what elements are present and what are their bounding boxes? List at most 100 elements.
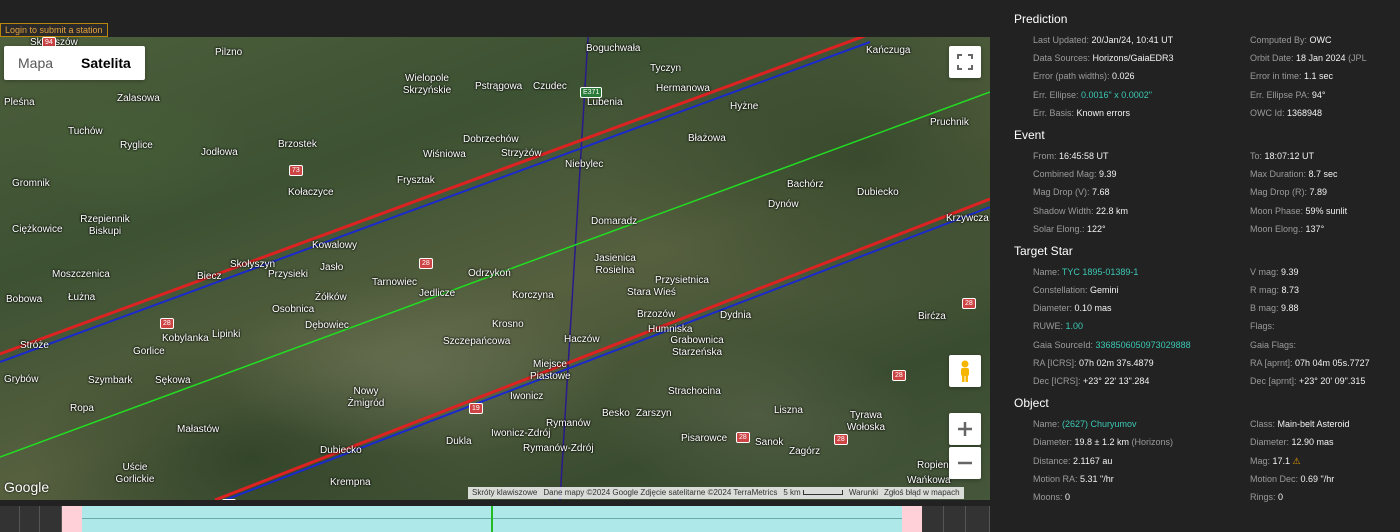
warning-icon: ⚠	[1290, 455, 1301, 466]
fullscreen-button[interactable]	[949, 46, 981, 78]
field-error-in-time: Error in time: 1.1 sec	[1250, 67, 1400, 85]
field-motion-ra: Motion RA: 5.31 "/hr	[1005, 470, 1250, 488]
details-panel: Prediction Last Updated: 20/Jan/24, 10:41…	[1005, 8, 1400, 512]
login-submit-station-link[interactable]: Login to submit a station	[0, 23, 108, 37]
field-value: 18:07:12 UT	[1264, 150, 1315, 161]
keyboard-shortcuts-link[interactable]: Skróty klawiszowe	[472, 487, 537, 499]
detail-row: From: 16:45:58 UT To: 18:07:12 UT	[1005, 147, 1400, 165]
section-title: Object	[1014, 396, 1049, 411]
field-label: Name:	[1033, 419, 1063, 430]
section-prediction: Prediction Last Updated: 20/Jan/24, 10:41…	[1005, 12, 1400, 122]
field-value: +23° 22' 13".284	[1083, 376, 1150, 386]
field-value-link[interactable]: (2627) Churyumov	[1062, 419, 1137, 429]
place-label: Miejsce Piastowe	[530, 359, 571, 382]
field-value: Horizons/GaiaEDR3	[1092, 53, 1174, 64]
place-label: Moszczenica	[52, 269, 110, 280]
field-moon-phase: Moon Phase: 59% sunlit	[1250, 202, 1400, 220]
field-value: 5.31 "/hr	[1080, 473, 1114, 484]
field-class: Class: Main-belt Asteroid	[1250, 415, 1400, 433]
place-label: Zarszyn	[636, 408, 672, 419]
field-label: Error (path widths):	[1033, 71, 1113, 82]
field-orbit-date: Orbit Date: 18 Jan 2024 (JPL	[1250, 49, 1400, 67]
timeline-cell	[944, 506, 966, 532]
detail-row: Name: (2627) Churyumov Class: Main-belt A…	[1005, 415, 1400, 433]
field-gaia-sourceid: Gaia SourceId: 3368506050973029888	[1005, 336, 1250, 354]
app-root: Login to submit a station Skrzyszów Pilz…	[0, 0, 1400, 532]
timeline-cell	[966, 506, 990, 532]
detail-row: Diameter: 19.8 ± 1.2 km (Horizons) Diamet…	[1005, 433, 1400, 451]
field-label: Moons:	[1033, 491, 1066, 502]
field-value-link[interactable]: 3368506050973029888	[1096, 340, 1191, 350]
field-label: RA [aprnt]:	[1250, 357, 1296, 368]
place-label: Brzozów	[637, 309, 676, 320]
field-moons: Moons: 0	[1005, 488, 1250, 506]
place-label: Strachocina	[668, 386, 721, 397]
field-label: Orbit Date:	[1250, 53, 1297, 64]
field-value: 20/Jan/24, 10:41 UT	[1091, 35, 1174, 45]
zoom-in-button[interactable]	[949, 413, 981, 445]
scale-bar[interactable]: 5 km	[783, 487, 843, 499]
place-label: Bachórz	[787, 179, 824, 190]
place-label: Ciężkowice	[12, 224, 63, 235]
field-label: R mag:	[1250, 285, 1282, 296]
place-label: Krempna	[330, 477, 371, 488]
field-label: Motion Dec:	[1250, 473, 1301, 484]
field-value-link[interactable]: TYC 1895-01389-1	[1062, 267, 1139, 277]
detail-row: Mag Drop (V): 7.68 Mag Drop (R): 7.89	[1005, 183, 1400, 201]
detail-row: Dec [ICRS]: +23° 22' 13".284 Dec [aprnt]:…	[1005, 372, 1400, 390]
field-extra: (JPL	[1345, 53, 1367, 64]
street-view-pegman-button[interactable]	[949, 355, 981, 387]
place-label: Haczów	[564, 334, 600, 345]
map-data-credit: Dane mapy ©2024 Google Zdjęcie satelitar…	[543, 488, 778, 497]
field-label: Dec [ICRS]:	[1033, 376, 1084, 386]
timeline-marker[interactable]	[491, 506, 493, 532]
occultation-map[interactable]: Skrzyszów Pilzno Wielopole Skrzyńskie Ps…	[0, 37, 990, 500]
detail-row: Solar Elong.: 122° Moon Elong.: 137°	[1005, 220, 1400, 238]
place-label: Birćza	[918, 311, 946, 322]
field-label: Max Duration:	[1250, 169, 1309, 180]
field-diameter: Diameter: 19.8 ± 1.2 km (Horizons)	[1005, 433, 1250, 451]
field-label: Class:	[1250, 419, 1278, 430]
map-type-satellite-button[interactable]: Satelita	[67, 46, 145, 80]
field-value: 22.8 km	[1096, 205, 1129, 216]
field-label: Constellation:	[1033, 285, 1091, 296]
report-map-error-link[interactable]: Zgłoś błąd w mapach	[884, 487, 960, 499]
detail-row: Name: TYC 1895-01389-1 V mag: 9.39	[1005, 263, 1400, 281]
field-value-link[interactable]: 1.00	[1066, 321, 1084, 331]
field-label: Mag:	[1250, 455, 1273, 466]
detail-row: Data Sources: Horizons/GaiaEDR3 Orbit Dat…	[1005, 49, 1400, 67]
timeline-strip[interactable]	[0, 506, 990, 532]
field-label: RUWE:	[1033, 321, 1066, 332]
field-value: 122°	[1087, 223, 1106, 234]
field-diameter: Diameter: 0.10 mas	[1005, 299, 1250, 317]
field-from: From: 16:45:58 UT	[1005, 147, 1250, 165]
place-label: Korczyna	[512, 290, 554, 301]
terms-link[interactable]: Warunki	[849, 487, 878, 499]
field-motion-dec: Motion Dec: 0.69 "/hr	[1250, 470, 1400, 488]
detail-row: Err. Ellipse: 0.0016" x 0.0002" Err. Elli…	[1005, 86, 1400, 104]
plus-icon	[958, 422, 972, 436]
field-label: Motion RA:	[1033, 473, 1081, 484]
field-label: Flags:	[1250, 321, 1275, 332]
field-data-sources: Data Sources: Horizons/GaiaEDR3	[1005, 49, 1250, 67]
field-mag-drop-r: Mag Drop (R): 7.89	[1250, 183, 1400, 201]
place-label: Uście Gorlickie	[115, 462, 155, 485]
field-rings: Rings: 0	[1250, 488, 1400, 506]
map-type-map-button[interactable]: Mapa	[4, 46, 67, 80]
place-label: Pisarowce	[681, 433, 728, 444]
zoom-out-button[interactable]	[949, 447, 981, 479]
field-label: Moon Elong.:	[1250, 223, 1306, 234]
place-label: Pruchnik	[930, 117, 969, 128]
field-name: Name: TYC 1895-01389-1	[1005, 263, 1250, 281]
place-label: Kańczuga	[866, 45, 911, 56]
place-label: Iwonicz-Zdrój	[491, 428, 551, 439]
place-label: Zalasowa	[117, 93, 160, 104]
field-value-link[interactable]: 0.0016" x 0.0002"	[1081, 90, 1152, 100]
place-label: Dubiecko	[857, 187, 899, 198]
place-label: Hermanowa	[656, 83, 710, 94]
place-label: Szymbark	[88, 375, 133, 386]
detail-row: Motion RA: 5.31 "/hr Motion Dec: 0.69 "/h…	[1005, 470, 1400, 488]
place-label: Jodłowa	[201, 147, 238, 158]
place-label: Jasienica Rosielna	[594, 253, 636, 276]
road-number-badge: 19	[469, 403, 483, 414]
